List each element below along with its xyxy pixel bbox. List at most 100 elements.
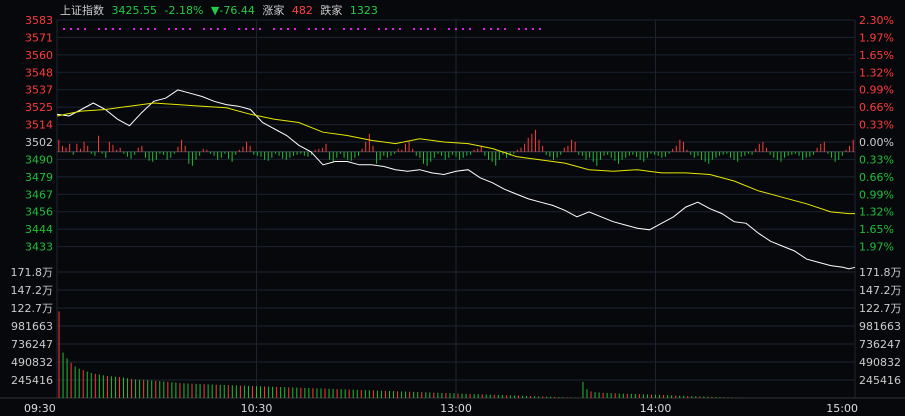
signal-marker [105, 28, 107, 30]
down-count: 1323 [349, 4, 378, 17]
signal-marker [287, 28, 289, 30]
signal-marker [84, 28, 86, 30]
y-left-tick: 3548 [25, 66, 53, 79]
y-right-tick: 1.32% [859, 206, 894, 219]
y-right-tick: 0.33% [859, 119, 894, 132]
y-left-tick: 3433 [25, 241, 53, 254]
y-left-tick: 3502 [25, 136, 53, 149]
signal-marker [455, 28, 457, 30]
signal-marker [147, 28, 149, 30]
vol-right-tick: 147.2万 [859, 284, 902, 297]
vol-right-tick: 171.8万 [859, 266, 902, 279]
signal-marker [238, 28, 240, 30]
y-right-tick: 2.30% [859, 14, 894, 27]
signal-marker [182, 28, 184, 30]
signal-marker [518, 28, 520, 30]
signal-marker [329, 28, 331, 30]
x-tick: 10:30 [241, 402, 273, 415]
y-right-tick: 1.65% [859, 49, 894, 62]
up-label: 涨家 [262, 4, 285, 17]
chart-window: 3583 3571 3560 3548 3537 3525 3514 3502 3490 3479… [0, 0, 905, 416]
signal-marker [497, 28, 499, 30]
y-right-tick: 0.00% [859, 136, 894, 149]
y-right-tick: 1.32% [859, 66, 894, 79]
y-left-tick: 3560 [25, 49, 53, 62]
signal-marker [378, 28, 380, 30]
signal-marker [525, 28, 527, 30]
y-left-tick: 3456 [25, 206, 53, 219]
y-right-tick: 1.97% [859, 241, 894, 254]
y-left-tick: 3490 [25, 153, 53, 166]
signal-marker [427, 28, 429, 30]
signal-marker [322, 28, 324, 30]
signal-marker [294, 28, 296, 30]
vol-right-tick: 736247 [859, 338, 901, 351]
signal-marker [364, 28, 366, 30]
signal-marker [490, 28, 492, 30]
signal-marker [413, 28, 415, 30]
y-left-tick: 3571 [25, 31, 53, 44]
signal-marker [77, 28, 79, 30]
y-left-tick: 3583 [25, 14, 53, 27]
signal-marker [133, 28, 135, 30]
signal-marker [357, 28, 359, 30]
vol-left-tick: 245416 [11, 374, 53, 387]
signal-marker [532, 28, 534, 30]
signal-marker [399, 28, 401, 30]
signal-marker [217, 28, 219, 30]
signal-marker [434, 28, 436, 30]
signal-marker [140, 28, 142, 30]
signal-marker [210, 28, 212, 30]
y-right-tick: 0.66% [859, 101, 894, 114]
chart-header: 上证指数 3425.55 -2.18% ▼-76.44 涨家 482 跌家 13… [60, 2, 382, 18]
y-right-tick: 0.99% [859, 188, 894, 201]
signal-marker [224, 28, 226, 30]
signal-marker [420, 28, 422, 30]
vol-right-tick: 245416 [859, 374, 901, 387]
signal-marker [189, 28, 191, 30]
y-left-tick: 3479 [25, 171, 53, 184]
signal-marker [539, 28, 541, 30]
signal-marker [350, 28, 352, 30]
x-tick: 13:00 [440, 402, 472, 415]
signal-marker [315, 28, 317, 30]
y-right-tick: 1.65% [859, 223, 894, 236]
x-tick: 15:00 [826, 402, 858, 415]
down-label: 跌家 [320, 4, 343, 17]
vol-right-tick: 490832 [859, 356, 901, 369]
signal-marker [245, 28, 247, 30]
signal-marker [175, 28, 177, 30]
index-pct: -2.18% [164, 4, 204, 17]
signal-marker [168, 28, 170, 30]
vol-left-tick: 171.8万 [11, 266, 54, 279]
y-right-tick: 1.97% [859, 31, 894, 44]
intraday-chart: 3583 3571 3560 3548 3537 3525 3514 3502 3490 3479… [0, 14, 905, 415]
x-tick: 09:30 [24, 402, 56, 415]
signal-marker [462, 28, 464, 30]
signal-marker [63, 28, 65, 30]
vol-left-tick: 122.7万 [11, 302, 54, 315]
y-right-tick: 0.99% [859, 84, 894, 97]
y-left-tick: 3467 [25, 188, 53, 201]
signal-marker [119, 28, 121, 30]
vol-left-tick: 981663 [11, 320, 53, 333]
y-right-tick: 0.33% [859, 153, 894, 166]
signal-marker [154, 28, 156, 30]
vol-left-tick: 736247 [11, 338, 53, 351]
signal-marker [252, 28, 254, 30]
y-left-tick: 3525 [25, 101, 53, 114]
index-name: 上证指数 [60, 4, 104, 17]
up-count: 482 [291, 4, 313, 17]
signal-marker [448, 28, 450, 30]
index-price: 3425.55 [111, 4, 158, 17]
signal-marker [98, 28, 100, 30]
vol-left-tick: 147.2万 [11, 284, 54, 297]
signal-marker [385, 28, 387, 30]
signal-marker [70, 28, 72, 30]
signal-marker [280, 28, 282, 30]
signal-marker [259, 28, 261, 30]
y-left-tick: 3514 [25, 119, 53, 132]
signal-marker [483, 28, 485, 30]
y-left-tick: 3444 [25, 223, 53, 236]
vol-right-tick: 122.7万 [859, 302, 902, 315]
